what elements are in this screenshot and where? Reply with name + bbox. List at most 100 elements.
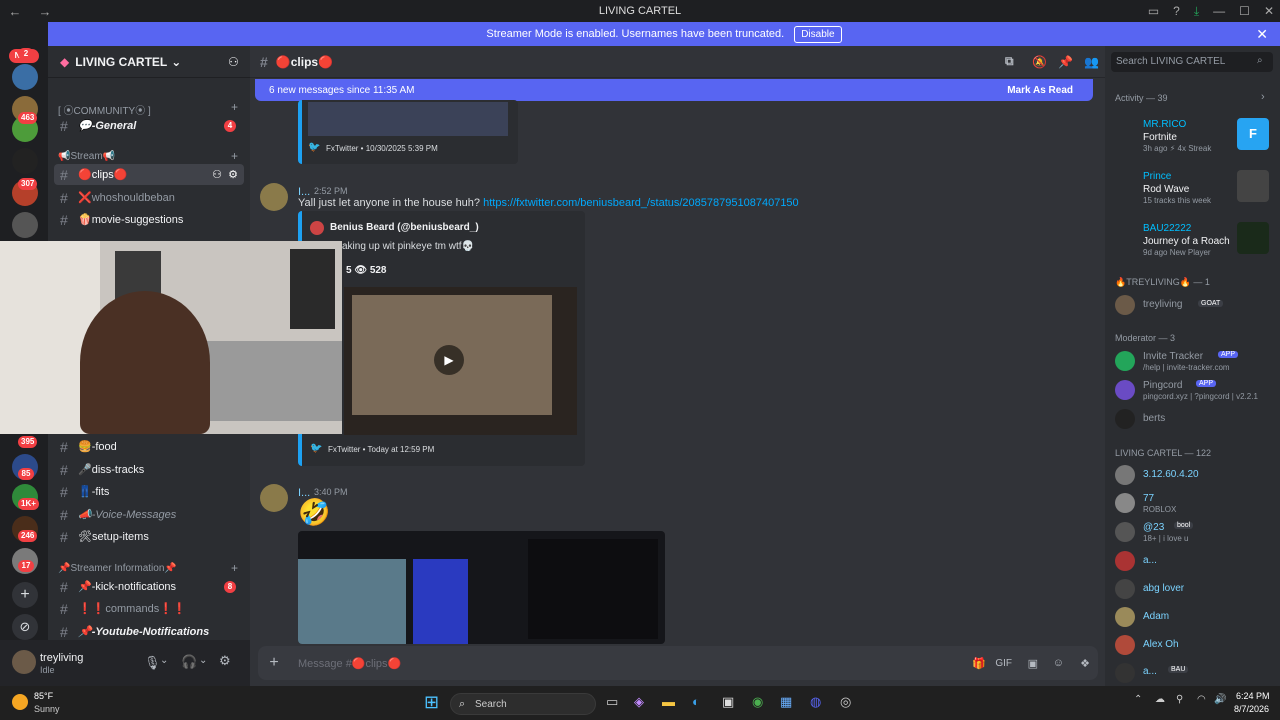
member-row[interactable]: Adam bbox=[1113, 606, 1273, 632]
member-list-icon[interactable]: 👥 bbox=[1084, 55, 1099, 69]
member-row[interactable]: a... bbox=[1113, 550, 1273, 576]
server-icon[interactable] bbox=[12, 212, 38, 238]
chevron-right-icon[interactable]: › bbox=[1261, 91, 1265, 103]
add-channel-icon[interactable]: + bbox=[231, 561, 238, 575]
message-composer[interactable]: + Message #🔴clips🔴 🎁 GIF ▣ ☺ ❖ bbox=[258, 646, 1098, 680]
microphone-icon[interactable]: 🎙 bbox=[144, 655, 161, 671]
channel-setup-items[interactable]: # 🛠setup-items bbox=[54, 526, 244, 547]
wifi-icon[interactable]: ◠ bbox=[1197, 694, 1206, 705]
member-row[interactable]: a... BAU bbox=[1113, 662, 1273, 684]
clock-date[interactable]: 8/7/2026 bbox=[1234, 704, 1269, 714]
disable-button[interactable]: Disable bbox=[794, 25, 842, 43]
embed-video[interactable]: ▶ bbox=[344, 287, 577, 435]
channel-fits[interactable]: # 👖-fits bbox=[54, 481, 244, 502]
chevron-down-icon[interactable]: ⌄ bbox=[199, 655, 207, 666]
channel-kick-notifications[interactable]: # 📌-kick-notifications 8 bbox=[54, 576, 244, 597]
add-server-icon[interactable]: + bbox=[12, 582, 38, 608]
server-header[interactable]: ◆ LIVING CARTEL ⌄ ⚇ bbox=[48, 46, 250, 78]
activity-item[interactable]: BAU22222 Journey of a Roach 9d ago New P… bbox=[1113, 222, 1273, 262]
activity-header[interactable]: Activity — 39 bbox=[1115, 93, 1168, 103]
copilot-icon[interactable]: ◈ bbox=[634, 694, 644, 710]
server-badge: 17 bbox=[18, 560, 34, 572]
avatar[interactable] bbox=[260, 183, 288, 211]
channel-general[interactable]: # 💬-General 4 bbox=[54, 115, 244, 136]
search-input[interactable]: Search LIVING CARTEL bbox=[1111, 52, 1273, 72]
windows-start-icon[interactable]: ⊞ bbox=[424, 692, 439, 713]
channel-commands[interactable]: # ❗❗commands❗❗ bbox=[54, 598, 244, 619]
channel-voice-messages[interactable]: # 📣-Voice-Messages bbox=[54, 504, 244, 525]
gift-icon[interactable]: 🎁 bbox=[972, 657, 986, 670]
discord-icon[interactable]: ◍ bbox=[810, 694, 821, 710]
member-row[interactable]: berts bbox=[1113, 408, 1273, 434]
add-attachment-icon[interactable]: + bbox=[258, 654, 290, 672]
discover-icon[interactable]: ⊘ bbox=[12, 614, 38, 640]
file-explorer-icon[interactable]: ▬ bbox=[662, 694, 675, 709]
member-row[interactable]: treyliving GOAT bbox=[1113, 294, 1273, 320]
gif-icon[interactable]: GIF bbox=[995, 658, 1012, 669]
add-channel-icon[interactable]: + bbox=[231, 100, 238, 114]
member-row[interactable]: 77 ROBLOX bbox=[1113, 492, 1273, 518]
avatar[interactable] bbox=[12, 650, 36, 674]
channel-movie-suggestions[interactable]: # 🍿movie-suggestions bbox=[54, 209, 244, 230]
threads-icon[interactable]: ⧉ bbox=[1005, 54, 1014, 69]
server-icon[interactable] bbox=[12, 64, 38, 90]
store-icon[interactable]: ▣ bbox=[722, 694, 734, 710]
emoji-icon[interactable]: ☺ bbox=[1053, 657, 1064, 669]
chevron-up-icon[interactable]: ⌃ bbox=[1134, 694, 1142, 705]
attachment-image[interactable] bbox=[298, 531, 665, 644]
server-icon[interactable] bbox=[12, 148, 38, 174]
activity-item[interactable]: Prince Rod Wave 15 tracks this week bbox=[1113, 170, 1273, 210]
chevron-down-icon[interactable]: ⌄ bbox=[160, 655, 168, 666]
minimize-button[interactable]: — bbox=[1213, 4, 1225, 18]
close-window-button[interactable]: ✕ bbox=[1264, 4, 1274, 18]
channel-food[interactable]: # 🍔-food bbox=[54, 436, 244, 457]
message-link[interactable]: https://fxtwitter.com/beniusbeard_/statu… bbox=[483, 197, 799, 209]
taskbar-search[interactable]: ⌕ Search bbox=[450, 693, 596, 715]
member-row[interactable]: Invite Tracker APP /help | invite-tracke… bbox=[1113, 350, 1273, 376]
add-channel-icon[interactable]: + bbox=[231, 149, 238, 163]
avatar[interactable] bbox=[260, 484, 288, 512]
headphones-icon[interactable]: 🎧 bbox=[181, 654, 197, 670]
gear-icon[interactable]: ⚙ bbox=[228, 168, 238, 181]
member-row[interactable]: Alex Oh bbox=[1113, 634, 1273, 660]
app-icon[interactable]: ▦ bbox=[780, 694, 792, 710]
channel-whoshouldbeban[interactable]: # ❌whoshouldbeban bbox=[54, 187, 244, 208]
inbox-icon[interactable]: ▭ bbox=[1148, 4, 1159, 18]
maximize-button[interactable]: ☐ bbox=[1239, 4, 1250, 18]
obs-icon[interactable]: ◎ bbox=[840, 694, 851, 710]
tray-icon[interactable]: ⚲ bbox=[1176, 694, 1183, 705]
new-messages-bar[interactable]: 6 new messages since 11:35 AM Mark As Re… bbox=[255, 79, 1093, 101]
banner-text: Streamer Mode is enabled. Usernames have… bbox=[486, 28, 785, 40]
category-stream[interactable]: 📢Stream📢 bbox=[58, 151, 115, 162]
channel-clips[interactable]: # 🔴clips🔴 ⚇ ⚙ bbox=[54, 164, 244, 185]
member-row[interactable]: abg lover bbox=[1113, 578, 1273, 604]
gear-icon[interactable]: ⚙ bbox=[219, 653, 231, 669]
volume-icon[interactable]: 🔊 bbox=[1214, 694, 1226, 705]
help-icon[interactable]: ? bbox=[1173, 4, 1180, 18]
sticker-icon[interactable]: ▣ bbox=[1028, 657, 1038, 670]
embed-author[interactable]: Benius Beard (@beniusbeard_) bbox=[330, 222, 479, 233]
activity-item[interactable]: MR.RICO Fortnite 3h ago ⚡ 4x Streak F bbox=[1113, 118, 1273, 158]
pin-icon[interactable]: 📌 bbox=[1058, 55, 1073, 69]
add-member-icon[interactable]: ⚇ bbox=[228, 55, 239, 69]
chrome-icon[interactable]: ◉ bbox=[752, 694, 763, 710]
channel-youtube-notifications[interactable]: # 📌-Youtube-Notifications bbox=[54, 621, 244, 642]
apps-icon[interactable]: ❖ bbox=[1080, 657, 1090, 670]
tray-icon[interactable]: ☁ bbox=[1155, 694, 1165, 705]
member-row[interactable]: 3.12.60.4.20 bbox=[1113, 464, 1273, 490]
member-row[interactable]: Pingcord APP pingcord.xyz | ?pingcord | … bbox=[1113, 379, 1273, 405]
edge-icon[interactable]: ◐ bbox=[692, 694, 700, 709]
play-icon[interactable]: ▶ bbox=[434, 345, 464, 375]
category-streamer-information[interactable]: 📌Streamer Information📌 bbox=[58, 563, 177, 574]
weather-sun-icon[interactable] bbox=[12, 694, 28, 710]
mark-as-read-button[interactable]: Mark As Read bbox=[1007, 85, 1073, 96]
embed-image[interactable] bbox=[308, 102, 508, 136]
invite-icon[interactable]: ⚇ bbox=[212, 168, 222, 181]
clock-time[interactable]: 6:24 PM bbox=[1236, 691, 1270, 701]
notification-bell-icon[interactable]: 🔕 bbox=[1032, 55, 1047, 69]
download-icon[interactable]: ⤓ bbox=[1194, 4, 1199, 19]
member-row[interactable]: @23 bool 18+ | i love u bbox=[1113, 521, 1273, 547]
task-view-icon[interactable]: ▭ bbox=[606, 694, 618, 710]
channel-diss-tracks[interactable]: # 🎤diss-tracks bbox=[54, 459, 244, 480]
close-icon[interactable]: ✕ bbox=[1256, 26, 1268, 43]
